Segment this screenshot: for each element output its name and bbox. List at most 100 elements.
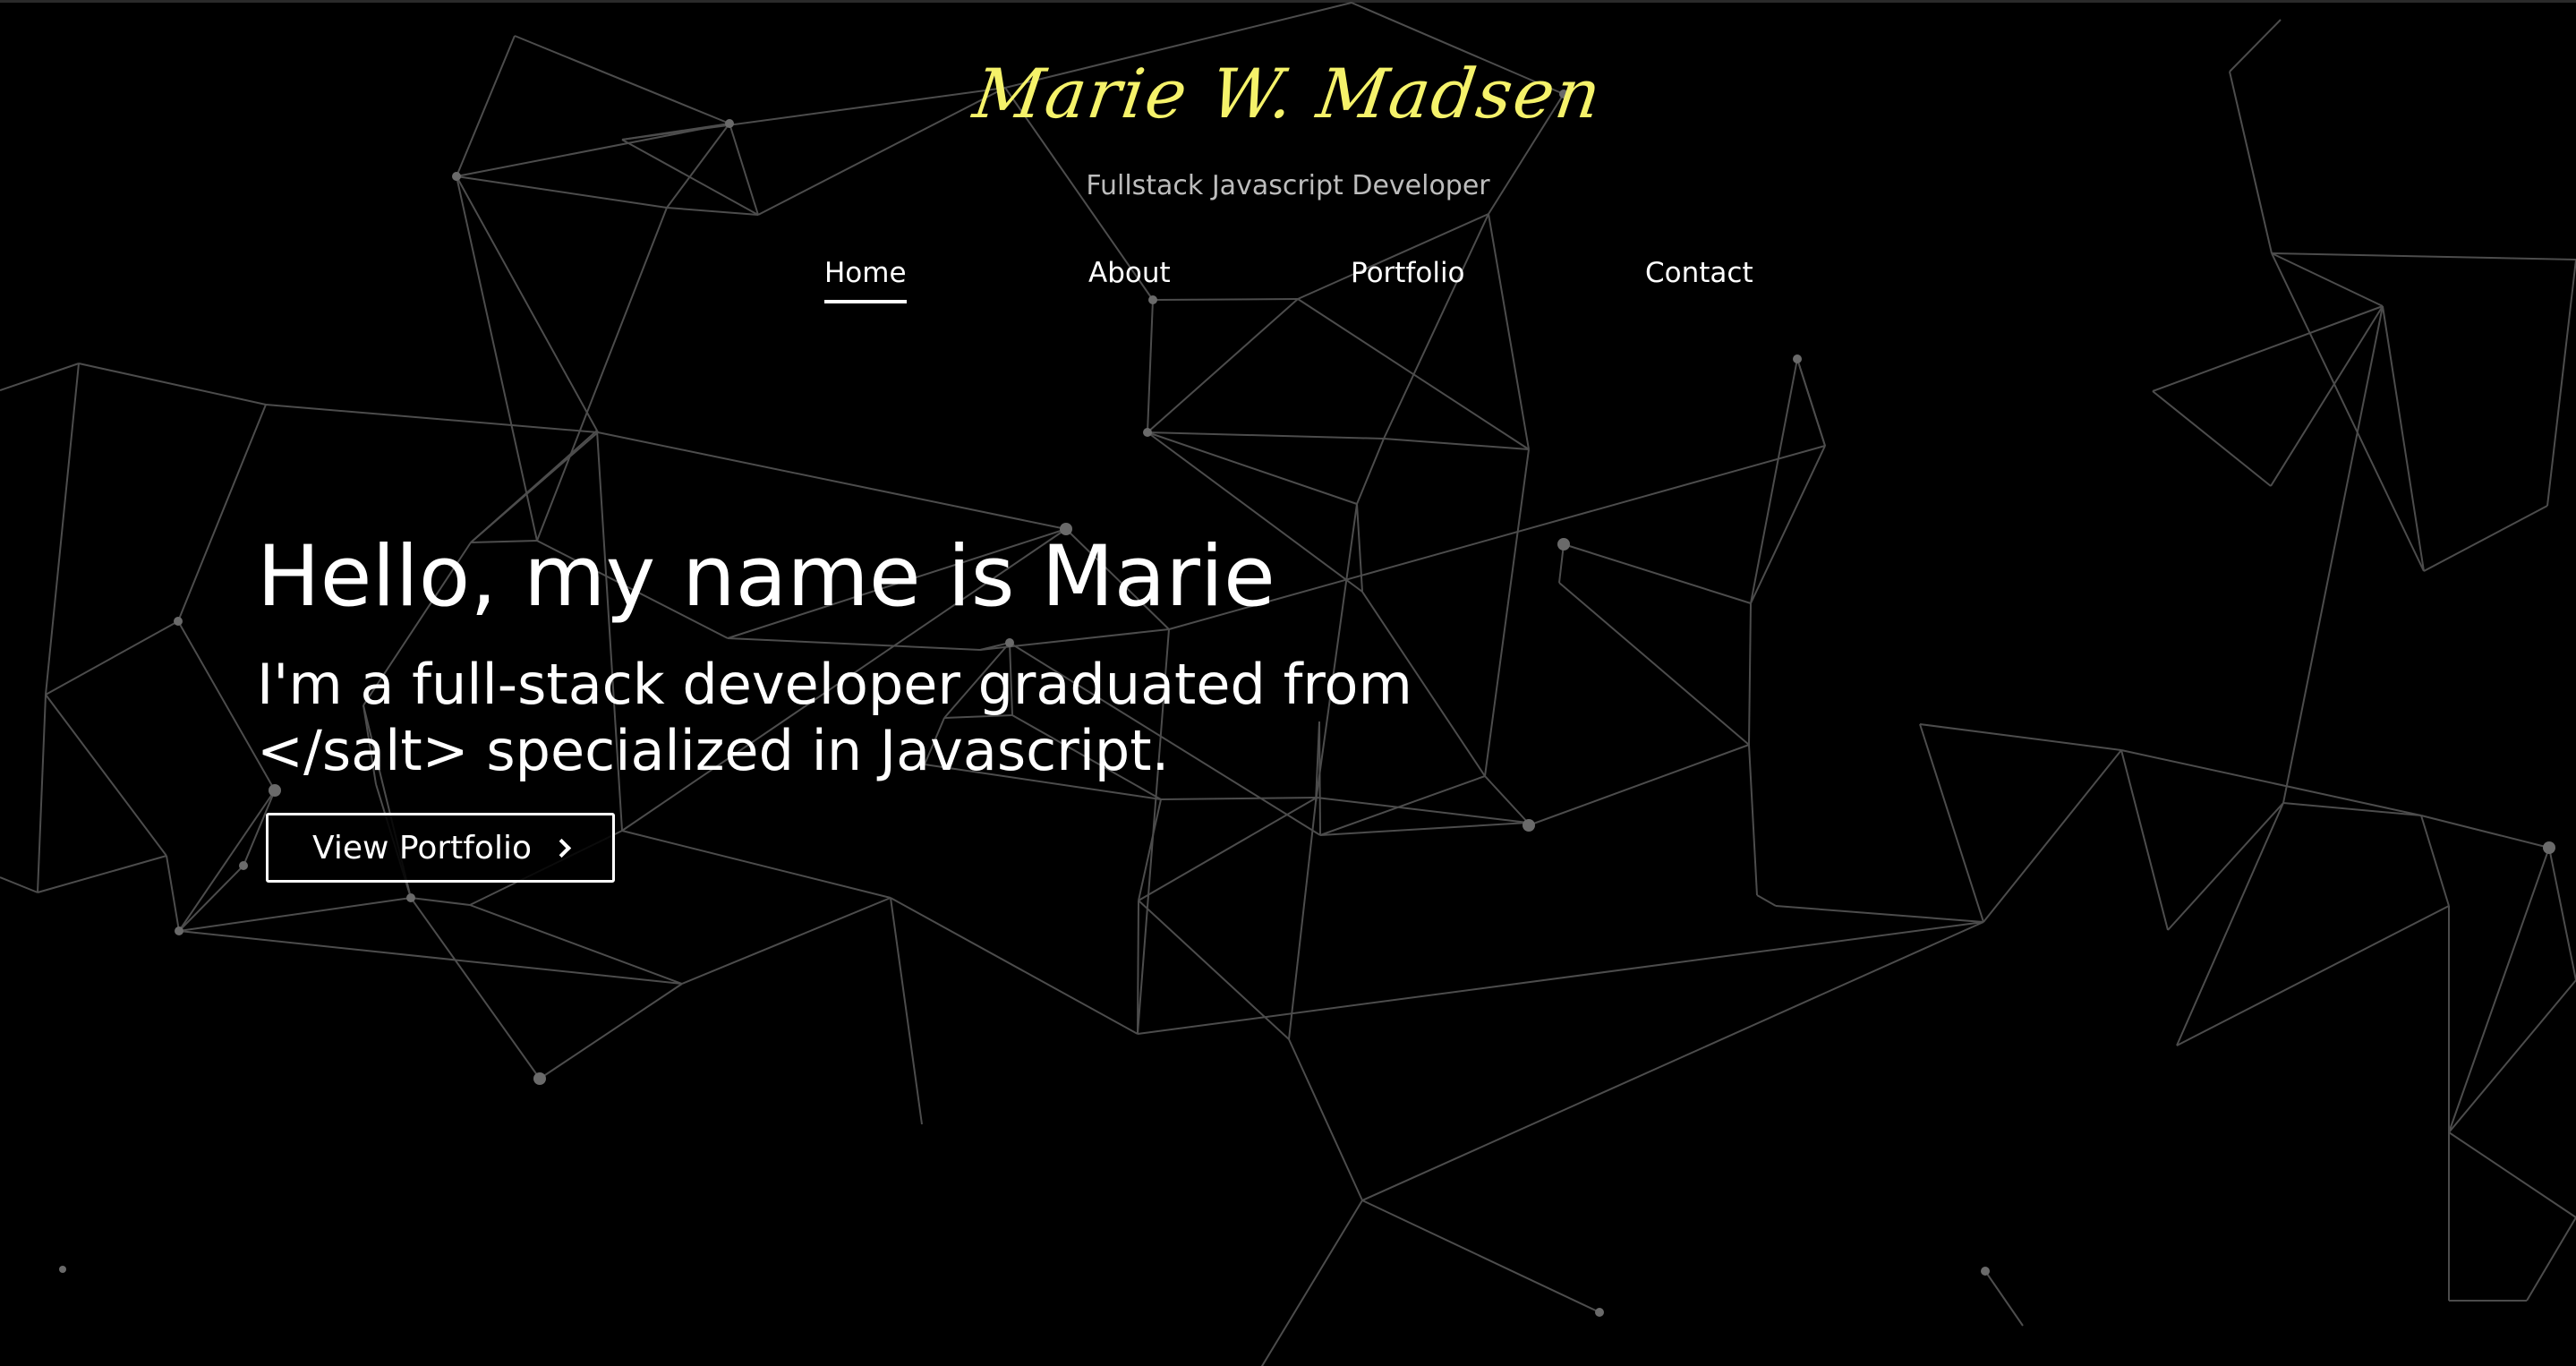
network-line: [37, 694, 47, 893]
network-line: [2120, 749, 2169, 931]
network-line: [1147, 298, 1299, 433]
network-node: [1005, 638, 1014, 647]
network-line: [1563, 543, 1752, 604]
network-node: [174, 617, 183, 626]
network-line: [78, 363, 267, 406]
network-line: [1796, 358, 1826, 447]
network-line: [1756, 894, 1777, 907]
network-node: [1557, 538, 1570, 551]
network-line: [2152, 390, 2272, 487]
network-line: [166, 855, 180, 932]
network-line: [2270, 305, 2384, 487]
network-line: [2176, 802, 2284, 1046]
network-line: [1260, 1200, 1363, 1366]
network-line: [410, 897, 471, 906]
network-node: [239, 861, 248, 870]
network-line: [2448, 979, 2576, 1133]
network-node: [2543, 841, 2555, 854]
hero-subtitle: I'm a full-stack developer graduated fro…: [257, 652, 1412, 783]
network-line: [2120, 749, 2422, 816]
network-line: [1984, 1270, 2024, 1327]
network-line: [681, 897, 891, 985]
network-line: [1484, 775, 1529, 824]
network-line: [539, 983, 683, 1080]
network-line: [1748, 602, 1752, 746]
network-line: [45, 363, 80, 696]
network-line: [1361, 1200, 1600, 1313]
network-line: [2448, 847, 2550, 1133]
network-line: [2420, 815, 2550, 849]
view-portfolio-label: View Portfolio: [312, 829, 532, 867]
chevron-right-icon: [551, 838, 572, 858]
network-line: [1288, 1038, 1363, 1201]
network-line: [666, 207, 759, 216]
network-line: [1288, 801, 1317, 1040]
network-line: [890, 897, 923, 1125]
network-node: [175, 926, 183, 935]
network-line: [2382, 305, 2425, 572]
network-line: [178, 897, 412, 932]
network-node: [1143, 428, 1152, 437]
network-line: [410, 897, 541, 1080]
network-line: [1748, 744, 1758, 896]
network-line: [1316, 797, 1529, 824]
network-line: [0, 876, 38, 893]
network-line: [178, 930, 683, 985]
network-line: [2548, 847, 2576, 981]
network-line: [890, 897, 1139, 1035]
network-line: [1383, 438, 1530, 450]
network-line: [1297, 298, 1530, 450]
network-line: [37, 855, 167, 893]
network-line: [1750, 358, 1798, 604]
network-line: [1919, 723, 1984, 923]
site-brand-signature[interactable]: Marie W. Madsen: [0, 54, 2576, 133]
network-line: [597, 431, 1067, 530]
network-line: [1356, 438, 1385, 505]
network-line: [2423, 505, 2548, 572]
network-line: [1356, 503, 1363, 593]
nav-item-about[interactable]: About: [1088, 257, 1171, 289]
network-line: [1488, 213, 1530, 450]
network-line: [178, 865, 244, 932]
network-line: [265, 404, 599, 433]
network-node: [1595, 1308, 1604, 1317]
network-line: [456, 175, 538, 542]
network-node: [406, 893, 415, 902]
hero-title: Hello, my name is Marie: [257, 528, 1275, 626]
network-line: [1983, 749, 2122, 923]
network-line: [45, 694, 167, 857]
network-line: [1147, 431, 1358, 505]
network-line: [1750, 445, 1826, 604]
network-node: [269, 784, 281, 797]
nav-item-contact[interactable]: Contact: [1645, 257, 1753, 289]
network-line: [1147, 299, 1154, 433]
network-line: [178, 790, 276, 932]
network-line: [0, 363, 80, 391]
network-line: [2420, 815, 2450, 907]
network-line: [1558, 582, 1750, 746]
network-node: [59, 1266, 66, 1273]
nav-item-home[interactable]: Home: [824, 257, 907, 303]
network-line: [1147, 431, 1385, 440]
network-line: [1137, 900, 1139, 1035]
network-node: [1523, 819, 1535, 832]
network-line: [1138, 900, 1290, 1040]
main-nav: Home About Portfolio Contact: [0, 257, 2576, 311]
network-line: [1919, 723, 2122, 751]
network-line: [1484, 448, 1530, 777]
network-line: [1138, 797, 1318, 901]
network-line: [1160, 797, 1318, 800]
site-tagline: Fullstack Javascript Developer: [1086, 170, 1490, 201]
network-line: [621, 830, 891, 899]
network-line: [177, 404, 267, 622]
view-portfolio-button[interactable]: View Portfolio: [266, 813, 615, 883]
network-line: [2448, 1131, 2576, 1218]
network-line: [1775, 905, 1984, 923]
network-line: [2152, 305, 2384, 392]
network-line: [2176, 905, 2450, 1046]
network-node: [1793, 354, 1802, 363]
network-line: [2167, 802, 2284, 931]
network-node: [1981, 1267, 1990, 1276]
network-line: [2526, 1217, 2576, 1302]
nav-item-portfolio[interactable]: Portfolio: [1351, 257, 1465, 289]
